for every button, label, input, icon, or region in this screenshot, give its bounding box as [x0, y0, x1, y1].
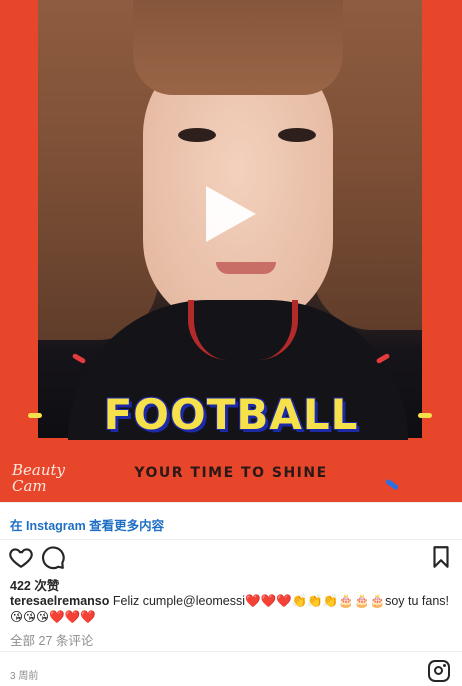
overlay-title: FOOTBALL: [103, 390, 359, 439]
heart-icon[interactable]: [8, 544, 34, 570]
play-icon[interactable]: [206, 186, 256, 242]
instagram-embed-card: FOOTBALL YOUR TIME TO SHINE Beauty Cam 在…: [0, 0, 462, 686]
bookmark-icon[interactable]: [428, 544, 454, 570]
view-all-comments-link[interactable]: 全部 27 条评论: [10, 630, 93, 649]
view-on-instagram-link[interactable]: 在 Instagram 查看更多内容: [10, 515, 164, 534]
beauty-cam-watermark: Beauty Cam: [12, 461, 66, 495]
divider: [0, 651, 462, 652]
comment-icon[interactable]: [40, 544, 66, 570]
post-caption: teresaelremanso Feliz cumple@leomessi❤️❤…: [10, 593, 450, 625]
action-bar: [8, 544, 454, 570]
view-on-instagram-bar: 在 Instagram 查看更多内容: [0, 502, 462, 540]
like-count[interactable]: 422 次赞: [10, 575, 59, 594]
post-media[interactable]: FOOTBALL YOUR TIME TO SHINE Beauty Cam: [0, 0, 462, 502]
caption-username[interactable]: teresaelremanso: [10, 594, 109, 608]
post-timestamp[interactable]: 3 周前: [10, 667, 38, 682]
instagram-logo-icon[interactable]: [428, 660, 450, 682]
